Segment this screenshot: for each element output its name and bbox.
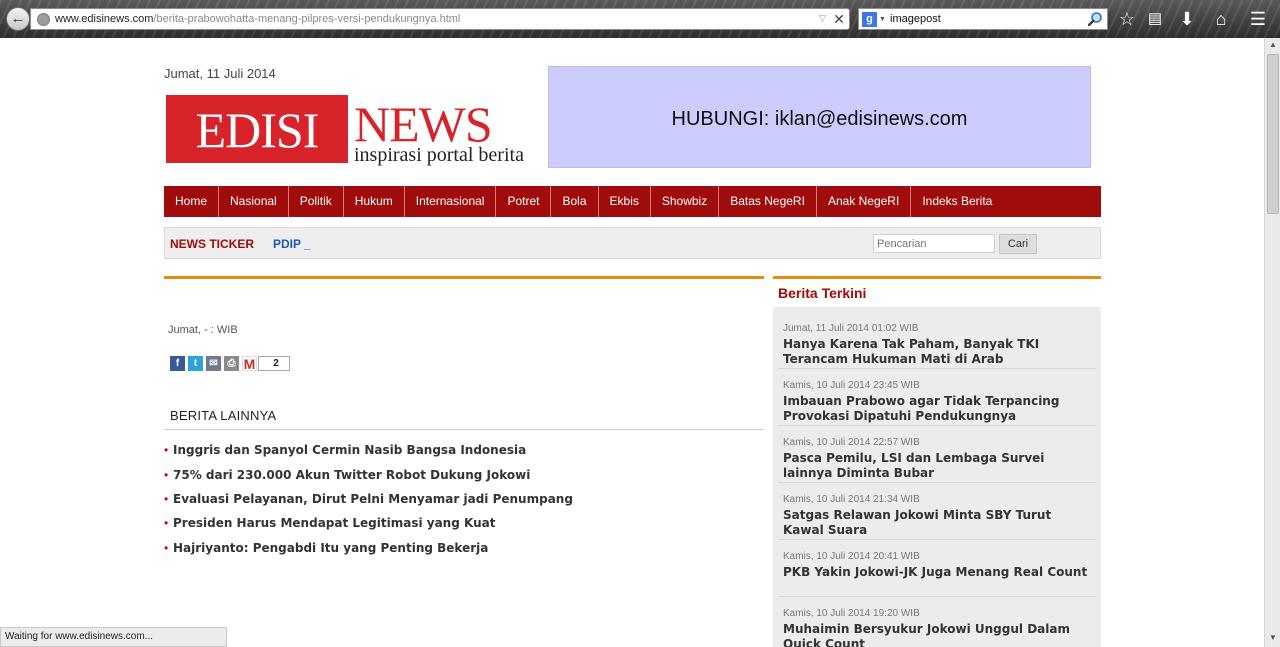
downloads-icon[interactable]: ⬇	[1176, 8, 1198, 30]
bullet-icon: •	[164, 443, 169, 458]
nav-item-nasional[interactable]: Nasional	[219, 186, 289, 217]
nav-item-bola[interactable]: Bola	[551, 186, 599, 217]
berita-lainnya-rule	[164, 429, 764, 430]
ticker-label: NEWS TICKER	[170, 237, 254, 251]
article-date: Jumat, - : WIB	[168, 324, 238, 336]
url-bar[interactable]: www.edisinews.com/berita-prabowohatta-me…	[30, 8, 850, 30]
nav-item-ekbis[interactable]: Ekbis	[599, 186, 651, 217]
list-item[interactable]: • Inggris dan Spanyol Cermin Nasib Bangsa…	[164, 438, 764, 462]
related-headline[interactable]: 75% dari 230.000 Akun Twitter Robot Duku…	[173, 468, 530, 482]
berita-terkini-heading: Berita Terkini	[778, 285, 867, 301]
ad-banner[interactable]: HUBUNGI: iklan@edisinews.com	[548, 66, 1091, 168]
search-icon[interactable]	[1087, 11, 1103, 27]
print-icon[interactable]: ⎙	[224, 355, 239, 371]
ticker-text[interactable]: PDIP _	[273, 237, 311, 251]
bookmark-star-icon[interactable]: ☆	[1116, 8, 1138, 30]
page-scrollbar[interactable]: ▲ ▼	[1264, 38, 1280, 647]
nav-item-politik[interactable]: Politik	[289, 186, 344, 217]
berita-lainnya-heading: BERITA LAINNYA	[170, 408, 277, 423]
browser-toolbar: ← www.edisinews.com/berita-prabowohatta-…	[0, 0, 1280, 38]
list-item[interactable]: Kamis, 10 Juli 2014 19:20 WIB Muhaimin B…	[778, 597, 1096, 647]
share-count: 2	[258, 355, 290, 371]
scrollbar-thumb[interactable]	[1267, 54, 1279, 214]
related-headline[interactable]: Inggris dan Spanyol Cermin Nasib Bangsa …	[173, 443, 526, 457]
list-item[interactable]: Jumat, 11 Juli 2014 01:02 WIB Hanya Kare…	[778, 312, 1096, 369]
list-item[interactable]: Kamis, 10 Juli 2014 20:41 WIB PKB Yakin …	[778, 540, 1096, 597]
status-bar: Waiting for www.edisinews.com...	[0, 627, 227, 647]
logo-news: NEWS	[354, 96, 493, 152]
news-headline[interactable]: PKB Yakin Jokowi-JK Juga Menang Real Cou…	[783, 565, 1088, 580]
ad-text: HUBUNGI: iklan@edisinews.com	[671, 108, 968, 130]
news-date: Kamis, 10 Juli 2014 19:20 WIB	[783, 608, 920, 619]
logo-edisi: EDISI	[166, 95, 348, 163]
globe-icon	[37, 13, 50, 26]
list-item[interactable]: • Evaluasi Pelayanan, Dirut Pelni Menyama…	[164, 487, 764, 511]
bullet-icon: •	[164, 467, 169, 482]
nav-item-showbiz[interactable]: Showbiz	[651, 186, 720, 217]
berita-lainnya-list: • Inggris dan Spanyol Cermin Nasib Bangsa…	[164, 438, 764, 560]
nav-item-batas-negeri[interactable]: Batas NegeRI	[719, 186, 817, 217]
list-item[interactable]: Kamis, 10 Juli 2014 21:34 WIB Satgas Rel…	[778, 483, 1096, 540]
page-viewport: Jumat, 11 Juli 2014 EDISI NEWS inspirasi…	[0, 38, 1264, 647]
header-date: Jumat, 11 Juli 2014	[164, 66, 276, 81]
news-headline[interactable]: Muhaimin Bersyukur Jokowi Unggul Dalam Q…	[783, 622, 1088, 647]
search-button[interactable]: Cari	[999, 234, 1037, 254]
engine-dropdown-icon[interactable]: ▼	[879, 16, 886, 23]
nav-item-potret[interactable]: Potret	[496, 186, 552, 217]
news-date: Jumat, 11 Juli 2014 01:02 WIB	[783, 323, 919, 334]
twitter-icon[interactable]: t	[188, 355, 203, 371]
home-icon[interactable]: ⌂	[1210, 8, 1232, 30]
news-headline[interactable]: Hanya Karena Tak Paham, Banyak TKI Teran…	[783, 337, 1088, 367]
bookmarks-list-icon[interactable]: ▤	[1144, 8, 1166, 30]
news-ticker-bar: NEWS TICKER PDIP _ Cari	[164, 227, 1101, 259]
list-item[interactable]: Kamis, 10 Juli 2014 22:57 WIB Pasca Pemi…	[778, 426, 1096, 483]
berita-terkini-list: Jumat, 11 Juli 2014 01:02 WIB Hanya Kare…	[773, 307, 1101, 647]
scroll-down-icon[interactable]: ▼	[1267, 633, 1279, 645]
sidebar-rule	[773, 276, 1101, 279]
news-date: Kamis, 10 Juli 2014 21:34 WIB	[783, 494, 920, 505]
nav-item-home[interactable]: Home	[164, 186, 220, 217]
search-query[interactable]: imagepost	[890, 13, 941, 25]
related-headline[interactable]: Evaluasi Pelayanan, Dirut Pelni Menyamar…	[173, 492, 573, 506]
news-date: Kamis, 10 Juli 2014 23:45 WIB	[783, 380, 920, 391]
back-button[interactable]: ←	[6, 7, 30, 31]
news-headline[interactable]: Pasca Pemilu, LSI dan Lembaga Survei lai…	[783, 451, 1088, 481]
bullet-icon: •	[164, 540, 169, 555]
bullet-icon: •	[164, 516, 169, 531]
logo-tagline: inspirasi portal berita	[354, 144, 524, 166]
google-icon[interactable]: g	[862, 12, 877, 27]
nav-item-hukum[interactable]: Hukum	[344, 186, 405, 217]
list-item[interactable]: • Hajriyanto: Pengabdi Itu yang Penting B…	[164, 536, 764, 560]
facebook-icon[interactable]: f	[170, 355, 185, 371]
main-column-rule	[164, 276, 764, 279]
share-bar: f t ✉ ⎙ M 2	[170, 355, 290, 371]
news-headline[interactable]: Imbauan Prabowo agar Tidak Terpancing Pr…	[783, 394, 1088, 424]
scroll-up-icon[interactable]: ▲	[1267, 40, 1279, 52]
list-item[interactable]: Kamis, 10 Juli 2014 23:45 WIB Imbauan Pr…	[778, 369, 1096, 426]
search-input[interactable]	[873, 234, 995, 253]
web-search-bar[interactable]: g ▼ imagepost	[858, 8, 1108, 30]
nav-item-indeks-berita[interactable]: Indeks Berita	[911, 186, 1003, 217]
site-logo[interactable]: EDISI NEWS inspirasi portal berita	[166, 95, 538, 167]
url-text[interactable]: www.edisinews.com/berita-prabowohatta-me…	[55, 13, 460, 25]
nav-item-internasional[interactable]: Internasional	[405, 186, 497, 217]
menu-icon[interactable]: ☰	[1247, 8, 1269, 30]
list-item[interactable]: • 75% dari 230.000 Akun Twitter Robot Duk…	[164, 462, 764, 486]
bullet-icon: •	[164, 491, 169, 506]
news-headline[interactable]: Satgas Relawan Jokowi Minta SBY Turut Ka…	[783, 508, 1088, 538]
main-nav: Home Nasional Politik Hukum Internasiona…	[164, 186, 1101, 217]
stop-icon[interactable]: ✕	[831, 10, 847, 28]
nav-item-anak-negeri[interactable]: Anak NegeRI	[817, 186, 912, 217]
history-dropdown-icon[interactable]: ▽	[819, 13, 826, 24]
news-date: Kamis, 10 Juli 2014 22:57 WIB	[783, 437, 920, 448]
related-headline[interactable]: Hajriyanto: Pengabdi Itu yang Penting Be…	[173, 541, 488, 555]
gmail-icon[interactable]: M	[242, 355, 257, 371]
related-headline[interactable]: Presiden Harus Mendapat Legitimasi yang …	[173, 516, 495, 530]
news-date: Kamis, 10 Juli 2014 20:41 WIB	[783, 551, 920, 562]
list-item[interactable]: • Presiden Harus Mendapat Legitimasi yang…	[164, 511, 764, 535]
email-icon[interactable]: ✉	[206, 355, 221, 371]
